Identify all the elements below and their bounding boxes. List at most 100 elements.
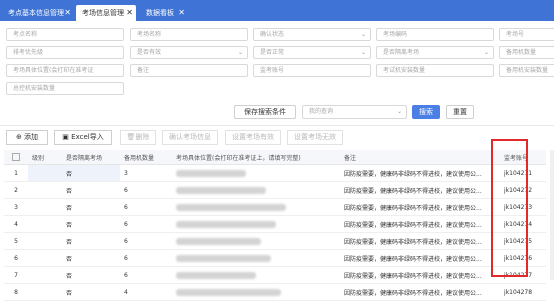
- delete-button[interactable]: 🗑删除: [120, 130, 156, 145]
- filter-master-count[interactable]: 总控机安装数量: [6, 82, 124, 95]
- spare-cell: 3: [120, 164, 172, 182]
- row-index: 5: [4, 232, 28, 250]
- location-cell: [172, 215, 340, 233]
- close-icon[interactable]: ✕: [178, 5, 185, 21]
- table-row[interactable]: 5 否 6 因防疫需要，健康码非绿码不得进校，建议使用公... jk104275: [4, 232, 546, 250]
- table-row[interactable]: 4 否 6 因防疫需要，健康码非绿码不得进校，建议使用公... jk104274: [4, 215, 546, 233]
- save-search-button[interactable]: 保存搜索条件: [234, 105, 296, 119]
- col-proctor-account: 监考账号: [500, 150, 546, 165]
- confirm-room-button[interactable]: 确认考场信息: [162, 130, 218, 145]
- filter-room-number[interactable]: 考场号: [499, 28, 554, 41]
- filter-site-name[interactable]: 考点名称: [6, 28, 124, 41]
- col-remark: 备注: [340, 150, 500, 165]
- remark-cell: 因防疫需要，健康码非绿码不得进校，建议使用公...: [340, 283, 500, 301]
- chevron-down-icon: ⌄: [360, 49, 366, 56]
- tab-label: 数据看板: [146, 9, 174, 17]
- redacted-text: [176, 169, 246, 177]
- row-index: 8: [4, 283, 28, 301]
- filter-proctor-account[interactable]: 监考账号: [253, 64, 371, 77]
- search-button[interactable]: 搜索: [412, 105, 440, 119]
- filter-exam-pc-count[interactable]: 考试机安装数量: [376, 64, 494, 77]
- level-cell: [28, 198, 62, 216]
- proctor-account-cell: jk104272: [500, 181, 546, 199]
- spare-cell: 6: [120, 198, 172, 216]
- location-cell: [172, 181, 340, 199]
- isolated-cell: 否: [62, 249, 120, 267]
- checkbox-icon: [12, 153, 20, 161]
- proctor-account-cell: jk104273: [500, 198, 546, 216]
- reset-button[interactable]: 重置: [446, 105, 474, 119]
- location-cell: [172, 198, 340, 216]
- isolated-cell: 否: [62, 164, 120, 182]
- redacted-text: [176, 203, 286, 211]
- tab-bar: 考点基本信息管理 ✕ 考场信息管理 ✕ 数据看板 ✕: [0, 0, 554, 21]
- row-index: 7: [4, 266, 28, 284]
- tab-label: 考场信息管理: [82, 9, 124, 17]
- saved-query-select[interactable]: 我的查询 ⌄: [302, 105, 407, 119]
- location-cell: [172, 232, 340, 250]
- col-location: 考场具体位置(会打印在准考证上，请填写完整): [172, 150, 340, 165]
- level-cell: [28, 232, 62, 250]
- tab-dashboard[interactable]: 数据看板 ✕: [140, 5, 188, 21]
- level-cell: [28, 181, 62, 199]
- vertical-scrollbar[interactable]: [550, 150, 554, 280]
- col-level: 级别: [28, 150, 62, 165]
- col-isolated: 是否隔离考场: [62, 150, 120, 165]
- table-row[interactable]: 7 否 6 因防疫需要，健康码非绿码不得进校，建议使用公... jk104277: [4, 266, 546, 284]
- spare-cell: 6: [120, 181, 172, 199]
- filter-spare-count[interactable]: 备用机数量: [499, 46, 554, 59]
- row-index: 2: [4, 181, 28, 199]
- filter-spare-installed[interactable]: 备用机安装数量: [499, 64, 554, 77]
- location-cell: [172, 266, 340, 284]
- redacted-text: [176, 254, 271, 262]
- table-row[interactable]: 2 否 6 因防疫需要，健康码非绿码不得进校，建议使用公... jk104272: [4, 181, 546, 199]
- divider: [0, 125, 554, 126]
- set-valid-button[interactable]: 设置考场有效: [225, 130, 281, 145]
- chevron-down-icon: ⌄: [360, 31, 366, 38]
- spare-cell: 6: [120, 215, 172, 233]
- filter-priority[interactable]: 排考优先级: [6, 46, 124, 59]
- filter-is-normal[interactable]: 是否正常 ⌄: [253, 46, 371, 59]
- redacted-text: [176, 288, 281, 296]
- tab-exam-site-info[interactable]: 考点基本信息管理 ✕: [2, 5, 74, 21]
- close-icon[interactable]: ✕: [64, 5, 71, 21]
- set-invalid-button[interactable]: 设置考场无效: [287, 130, 343, 145]
- isolated-cell: 否: [62, 266, 120, 284]
- spare-cell: 4: [120, 283, 172, 301]
- remark-cell: 因防疫需要，健康码非绿码不得进校，建议使用公...: [340, 198, 500, 216]
- filter-room-name[interactable]: 考场名称: [130, 28, 248, 41]
- proctor-account-cell: jk104271: [500, 164, 546, 182]
- proctor-account-cell: jk104277: [500, 266, 546, 284]
- table-row[interactable]: 8 否 4 因防疫需要，健康码非绿码不得进校，建议使用公... jk104278: [4, 283, 546, 301]
- remark-cell: 因防疫需要，健康码非绿码不得进校，建议使用公...: [340, 215, 500, 233]
- select-all-checkbox[interactable]: [4, 150, 28, 165]
- proctor-account-cell: jk104275: [500, 232, 546, 250]
- isolated-cell: 否: [62, 181, 120, 199]
- filter-room-code[interactable]: 考场编码: [376, 28, 494, 41]
- row-index: 3: [4, 198, 28, 216]
- isolated-cell: 否: [62, 283, 120, 301]
- redacted-text: [176, 237, 261, 245]
- chevron-down-icon: ⌄: [483, 49, 489, 56]
- filter-is-isolated[interactable]: 是否隔离考场 ⌄: [376, 46, 494, 59]
- add-button[interactable]: ⊕ 添加: [6, 130, 48, 145]
- spare-cell: 6: [120, 266, 172, 284]
- filter-confirm-status[interactable]: 确认状态 ⌄: [253, 28, 371, 41]
- table-row[interactable]: 6 否 6 因防疫需要，健康码非绿码不得进校，建议使用公... jk104276: [4, 249, 546, 267]
- location-cell: [172, 249, 340, 267]
- filter-remark[interactable]: 备注: [130, 64, 248, 77]
- tab-exam-room-info[interactable]: 考场信息管理 ✕: [76, 5, 136, 21]
- chevron-down-icon: ⌄: [396, 108, 402, 115]
- row-index: 4: [4, 215, 28, 233]
- excel-import-button[interactable]: ▣ Excel导入: [54, 130, 112, 145]
- location-cell: [172, 164, 340, 182]
- table-row[interactable]: 1 否 3 因防疫需要，健康码非绿码不得进校，建议使用公... jk104271: [4, 164, 546, 182]
- isolated-cell: 否: [62, 198, 120, 216]
- table-row[interactable]: 3 否 6 因防疫需要，健康码非绿码不得进校，建议使用公... jk104273: [4, 198, 546, 216]
- filter-location[interactable]: 考场具体位置(会打印在准考证: [6, 64, 124, 77]
- close-icon[interactable]: ✕: [126, 5, 133, 21]
- filter-is-valid[interactable]: 是否有效 ⌄: [130, 46, 248, 59]
- proctor-account-cell: jk104274: [500, 215, 546, 233]
- remark-cell: 因防疫需要，健康码非绿码不得进校，建议使用公...: [340, 232, 500, 250]
- isolated-cell: 否: [62, 215, 120, 233]
